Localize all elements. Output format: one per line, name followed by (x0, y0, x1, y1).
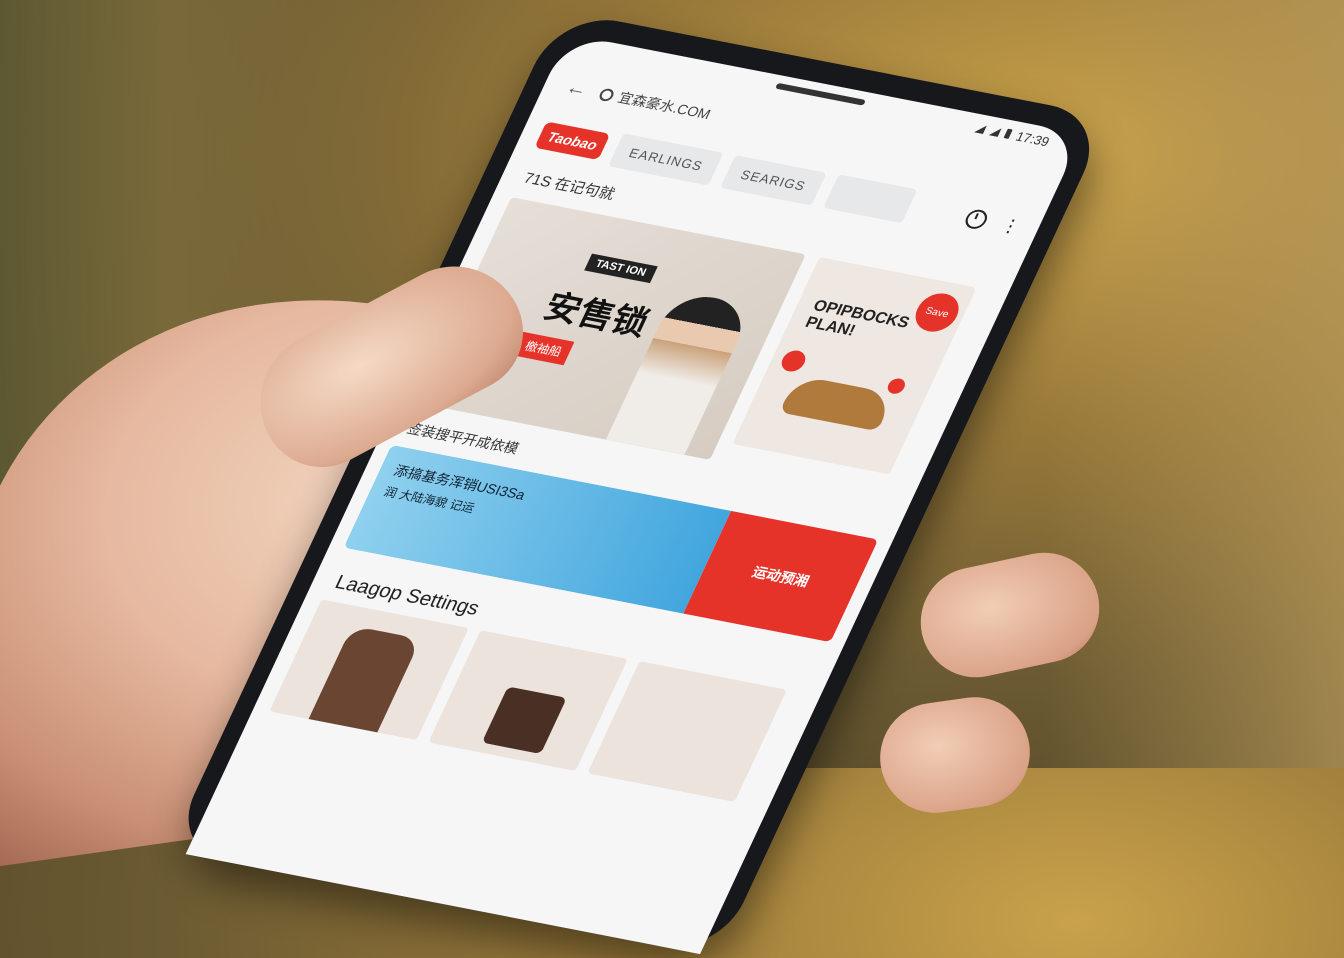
signal-icon (974, 123, 988, 134)
signal-icon-2 (989, 126, 1003, 137)
status-time: 17:39 (1013, 128, 1053, 149)
battery-icon (1003, 128, 1014, 140)
card-tag: TAST ION (584, 253, 658, 284)
back-arrow-icon[interactable]: ← (562, 76, 591, 101)
url-text: 宜森豪水.COM (615, 89, 714, 122)
history-icon[interactable] (962, 208, 991, 231)
tab-searigs[interactable]: SEARIGS (720, 154, 827, 206)
bag-image (481, 686, 567, 754)
tab-earlings[interactable]: EARLINGS (608, 132, 724, 186)
red-dot-icon (777, 348, 810, 374)
search-icon (597, 87, 617, 102)
shoe-image (779, 374, 895, 432)
more-vert-icon[interactable]: ⋮ (997, 214, 1024, 237)
tab-blank[interactable] (822, 174, 918, 224)
card-title: 安售锁 (537, 288, 655, 344)
url-field[interactable]: 宜森豪水.COM (596, 84, 714, 124)
background-right-blur (1044, 0, 1344, 768)
app-logo[interactable]: Taobao (534, 121, 611, 161)
red-dot-icon-2 (885, 377, 908, 396)
finger (873, 690, 1037, 820)
coat-image (308, 625, 421, 733)
toolbar-icons: ⋮ (962, 208, 1024, 238)
